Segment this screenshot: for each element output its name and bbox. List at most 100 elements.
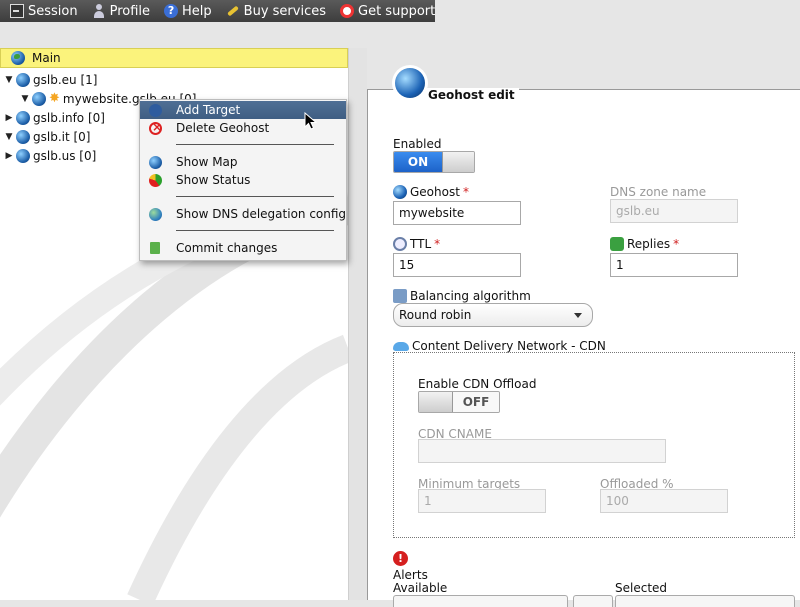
alert-icon: ! (393, 551, 408, 566)
session-label: Session (28, 3, 78, 19)
offloaded-input (600, 489, 728, 513)
dns-globe-icon (149, 207, 162, 221)
cdn-label: Content Delivery Network - CDN (393, 339, 606, 353)
menu-commit-changes[interactable]: Commit changes (140, 239, 346, 257)
cloud-icon (393, 341, 409, 351)
star-icon: ✸ (49, 90, 60, 106)
help-label: Help (182, 3, 212, 19)
dns-zone-icon (16, 110, 30, 125)
dns-zone-input (610, 199, 738, 223)
balancing-label: Balancing algorithm (393, 289, 531, 303)
status-pie-icon (149, 173, 162, 187)
toggle-knob (419, 392, 453, 412)
globe-icon (11, 51, 25, 65)
replies-label: Replies * (610, 237, 679, 251)
balancing-label-text: Balancing algorithm (410, 289, 531, 303)
menu-separator (176, 196, 334, 197)
menu-separator (176, 230, 334, 231)
panel-title: Geohost edit (424, 88, 519, 102)
dns-zone-label: DNS zone name (610, 185, 707, 199)
delete-icon (149, 120, 162, 135)
profile-menu[interactable]: Profile (92, 4, 150, 19)
menu-label: Add Target (176, 103, 241, 117)
menu-label: Show Status (176, 173, 251, 187)
alerts-label: Alerts (393, 568, 428, 582)
menu-label: Show Map (176, 155, 238, 169)
replies-input[interactable] (610, 253, 738, 277)
get-support-menu[interactable]: Get support (340, 4, 435, 19)
top-toolbar: Session Profile ? Help Buy services Get … (0, 0, 435, 22)
geohost-edit-panel: Geohost edit Enabled ON Geohost* DNS zon… (367, 68, 800, 607)
expander-icon[interactable]: ▶ (4, 113, 14, 123)
balancing-icon (393, 289, 407, 303)
menu-label: Delete Geohost (176, 121, 270, 135)
clock-icon (393, 237, 407, 251)
available-alerts-list[interactable] (393, 595, 568, 607)
cdn-offload-toggle[interactable]: OFF (418, 391, 500, 413)
globe-icon (393, 185, 407, 199)
required-mark: * (434, 237, 441, 251)
tree-node-gslb-eu[interactable]: ▼ gslb.eu [1] (0, 70, 348, 89)
tree-node-label: gslb.info [0] (33, 110, 105, 125)
terminal-icon (10, 4, 24, 18)
enabled-label: Enabled (393, 137, 442, 151)
get-support-label: Get support (358, 3, 436, 19)
tree-node-label: gslb.us [0] (33, 148, 97, 163)
dns-zone-icon (16, 72, 30, 87)
menu-separator (176, 144, 334, 145)
expander-icon[interactable]: ▼ (4, 75, 14, 85)
tree-node-label: gslb.it [0] (33, 129, 91, 144)
selected-label: Selected (615, 581, 668, 595)
tree-root-main[interactable]: Main (0, 48, 348, 68)
lifebuoy-icon (340, 4, 354, 18)
menu-label: Commit changes (176, 241, 278, 255)
min-targets-input (418, 489, 546, 513)
geohost-label: Geohost * (393, 185, 469, 199)
toggle-knob (442, 152, 474, 172)
add-target-icon (149, 103, 162, 117)
user-icon (92, 4, 106, 18)
selected-alerts-list[interactable] (615, 595, 795, 607)
buy-services-menu[interactable]: Buy services (226, 4, 326, 19)
toggle-state: OFF (453, 392, 499, 412)
geohost-globe-icon (395, 68, 425, 98)
replies-arrow-icon (610, 237, 624, 251)
menu-show-status[interactable]: Show Status (140, 171, 346, 189)
tree-root-label: Main (32, 51, 61, 65)
ttl-label: TTL * (393, 237, 440, 251)
cdn-cname-input (418, 439, 666, 463)
expander-icon[interactable]: ▼ (20, 94, 30, 104)
tree-node-label: gslb.eu [1] (33, 72, 98, 87)
chevron-down-icon (574, 313, 582, 318)
toggle-state: ON (394, 152, 442, 172)
buy-services-label: Buy services (243, 3, 326, 19)
required-mark: * (673, 237, 680, 251)
ttl-input[interactable] (393, 253, 521, 277)
panel-splitter[interactable] (348, 48, 367, 600)
enabled-toggle[interactable]: ON (393, 151, 475, 173)
help-menu[interactable]: ? Help (164, 4, 212, 19)
available-label: Available (393, 581, 448, 595)
balancing-select[interactable]: Round robin (393, 303, 593, 327)
dns-zone-icon (16, 129, 30, 144)
required-mark: * (462, 185, 469, 199)
profile-label: Profile (109, 3, 151, 19)
geohost-input[interactable] (393, 201, 521, 225)
dns-zone-icon (16, 148, 30, 163)
balancing-selected-value: Round robin (399, 308, 472, 322)
expander-icon[interactable]: ▶ (4, 151, 14, 161)
menu-show-map[interactable]: Show Map (140, 153, 346, 171)
alerts-transfer-buttons[interactable] (573, 595, 613, 607)
cdn-offload-label: Enable CDN Offload (418, 377, 537, 391)
globe-icon (149, 155, 162, 169)
cdn-label-text: Content Delivery Network - CDN (412, 339, 606, 353)
replies-label-text: Replies (627, 237, 671, 251)
session-menu[interactable]: Session (10, 4, 78, 19)
menu-label: Show DNS delegation config (176, 207, 347, 221)
mouse-cursor-icon (304, 112, 318, 130)
geohost-label-text: Geohost (410, 185, 460, 199)
menu-show-dns-delegation[interactable]: Show DNS delegation config (140, 205, 346, 223)
ttl-label-text: TTL (410, 237, 432, 251)
geohost-icon (32, 91, 46, 106)
expander-icon[interactable]: ▼ (4, 132, 14, 142)
